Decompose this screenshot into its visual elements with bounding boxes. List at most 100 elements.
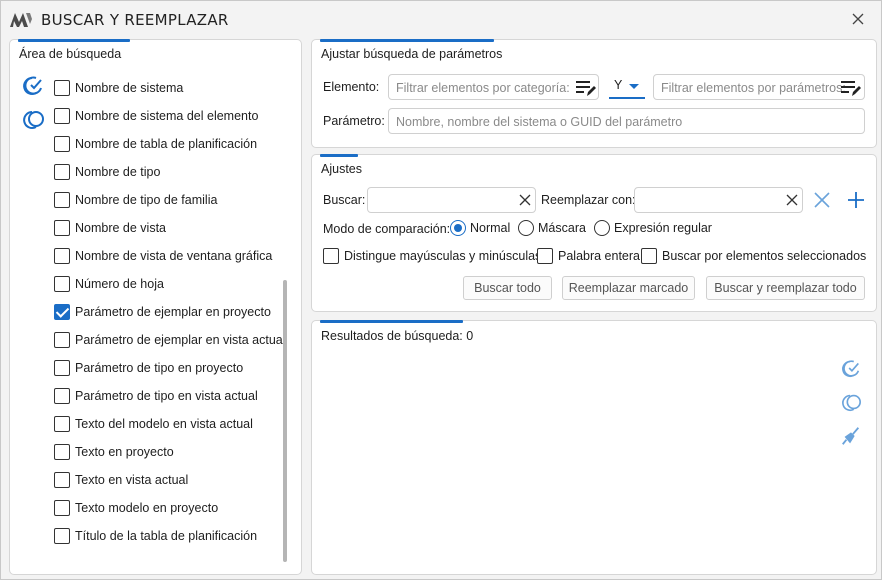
results-count: Resultados de búsqueda: 0 [321, 329, 474, 343]
scrollbar[interactable] [283, 280, 287, 562]
close-icon[interactable] [847, 8, 869, 30]
checkbox-box [54, 500, 70, 516]
search-area-option[interactable]: Nombre de sistema [54, 74, 294, 102]
find-replace-window: BUSCAR Y REEMPLAZAR Área de búsqueda Nom… [0, 0, 882, 580]
search-area-option-label: Nombre de tipo [75, 165, 161, 179]
broom-clear-icon[interactable] [840, 425, 862, 447]
search-area-option[interactable]: Texto del modelo en vista actual [54, 410, 294, 438]
title-bar: BUSCAR Y REEMPLAZAR [1, 1, 881, 37]
deselect-all-results-icon[interactable] [840, 391, 862, 413]
checkbox-box [54, 528, 70, 544]
clear-find-icon[interactable] [518, 193, 532, 207]
search-area-option-label: Nombre de tipo de familia [75, 193, 218, 207]
mode-normal-radio[interactable]: Normal [450, 220, 510, 236]
find-replace-all-button[interactable]: Buscar y reemplazar todo [706, 276, 865, 300]
checkbox-box [54, 360, 70, 376]
selected-elements-checkbox[interactable]: Buscar por elementos seleccionados [641, 248, 866, 264]
checkbox-box [54, 192, 70, 208]
search-area-option[interactable]: Nombre de tipo [54, 158, 294, 186]
checkbox-box [54, 388, 70, 404]
find-label: Buscar: [323, 193, 366, 207]
logic-operator-select[interactable]: Y [609, 75, 645, 99]
checkbox-box [54, 80, 70, 96]
checkbox-box [54, 416, 70, 432]
radio-dot [450, 220, 466, 236]
search-area-option[interactable]: Nombre de tipo de familia [54, 186, 294, 214]
checkbox-box [641, 248, 657, 264]
remove-icon[interactable] [811, 189, 833, 211]
parameter-label: Parámetro: [323, 114, 385, 128]
checkbox-box [323, 248, 339, 264]
checkbox-box [54, 444, 70, 460]
search-area-option-label: Nombre de sistema [75, 81, 184, 95]
clear-replace-icon[interactable] [785, 193, 799, 207]
app-logo-icon [10, 13, 32, 27]
search-area-list: Nombre de sistema Nombre de sistema del e… [54, 74, 294, 550]
replace-label: Reemplazar con: [541, 193, 636, 207]
search-area-option[interactable]: Texto modelo en proyecto [54, 494, 294, 522]
chevron-down-icon [629, 84, 639, 89]
settings-title: Ajustes [321, 162, 362, 176]
search-area-option-label: Texto modelo en proyecto [75, 501, 219, 515]
mode-mask-radio[interactable]: Máscara [518, 220, 586, 236]
params-title: Ajustar búsqueda de parámetros [321, 47, 503, 61]
results-panel: Resultados de búsqueda: 0 [311, 320, 877, 575]
search-area-option-label: Parámetro de ejemplar en vista actual [75, 333, 286, 347]
replace-input[interactable] [634, 187, 803, 213]
filter-edit-icon[interactable] [840, 79, 862, 97]
element-label: Elemento: [323, 80, 380, 94]
category-filter-input[interactable]: Filtrar elementos por categoría: [388, 74, 599, 100]
search-area-option-label: Nombre de sistema del elemento [75, 109, 259, 123]
checkbox-box [54, 276, 70, 292]
checkbox-box [54, 332, 70, 348]
filter-edit-icon[interactable] [575, 79, 597, 97]
radio-dot [518, 220, 534, 236]
search-area-title: Área de búsqueda [19, 47, 122, 61]
search-area-option[interactable]: Nombre de tabla de planificación [54, 130, 294, 158]
search-area-option-label: Título de la tabla de planificación [75, 529, 258, 543]
search-area-option[interactable]: Nombre de vista de ventana gráfica [54, 242, 294, 270]
checkbox-box [54, 136, 70, 152]
search-area-option[interactable]: Nombre de vista [54, 214, 294, 242]
search-area-option-label: Texto del modelo en vista actual [75, 417, 253, 431]
select-all-icon[interactable] [21, 74, 45, 96]
settings-panel: Ajustes Buscar: Reemplazar con: Modo de … [311, 154, 877, 312]
search-area-option[interactable]: Nombre de sistema del elemento [54, 102, 294, 130]
deselect-all-icon[interactable] [21, 108, 45, 130]
panel-accent [320, 39, 494, 42]
checkbox-box [537, 248, 553, 264]
add-icon[interactable] [845, 189, 867, 211]
match-case-checkbox[interactable]: Distingue mayúsculas y minúsculas [323, 248, 541, 264]
search-area-option[interactable]: Número de hoja [54, 270, 294, 298]
panel-accent [320, 154, 358, 157]
panel-accent [18, 39, 130, 42]
replace-marked-button[interactable]: Reemplazar marcado [562, 276, 695, 300]
search-area-option[interactable]: Texto en vista actual [54, 466, 294, 494]
search-area-option-label: Parámetro de ejemplar en proyecto [75, 305, 271, 319]
search-area-option[interactable]: Título de la tabla de planificación [54, 522, 294, 550]
compare-mode-label: Modo de comparación: [323, 222, 451, 236]
checkbox-box [54, 220, 70, 236]
parameter-input[interactable]: Nombre, nombre del sistema o GUID del pa… [388, 108, 865, 134]
search-area-option[interactable]: Parámetro de tipo en vista actual [54, 382, 294, 410]
checkbox-box [54, 304, 70, 320]
search-area-panel: Área de búsqueda Nombre de sistema Nombre… [9, 39, 302, 575]
checkbox-box [54, 248, 70, 264]
search-area-option-label: Parámetro de tipo en vista actual [75, 389, 258, 403]
checkbox-box [54, 108, 70, 124]
mode-regex-radio[interactable]: Expresión regular [594, 220, 712, 236]
checkbox-box [54, 164, 70, 180]
radio-dot [594, 220, 610, 236]
find-all-button[interactable]: Buscar todo [463, 276, 552, 300]
search-area-option-label: Nombre de vista [75, 221, 167, 235]
find-input[interactable] [367, 187, 536, 213]
search-area-option[interactable]: Parámetro de tipo en proyecto [54, 354, 294, 382]
search-area-option-label: Nombre de tabla de planificación [75, 137, 258, 151]
search-area-option[interactable]: Parámetro de ejemplar en vista actual [54, 326, 294, 354]
select-all-results-icon[interactable] [840, 357, 862, 379]
whole-word-checkbox[interactable]: Palabra entera [537, 248, 640, 264]
search-area-option[interactable]: Texto en proyecto [54, 438, 294, 466]
search-area-option-label: Texto en vista actual [75, 473, 189, 487]
parameter-filter-input[interactable]: Filtrar elementos por parámetros: [653, 74, 865, 100]
search-area-option[interactable]: Parámetro de ejemplar en proyecto [54, 298, 294, 326]
